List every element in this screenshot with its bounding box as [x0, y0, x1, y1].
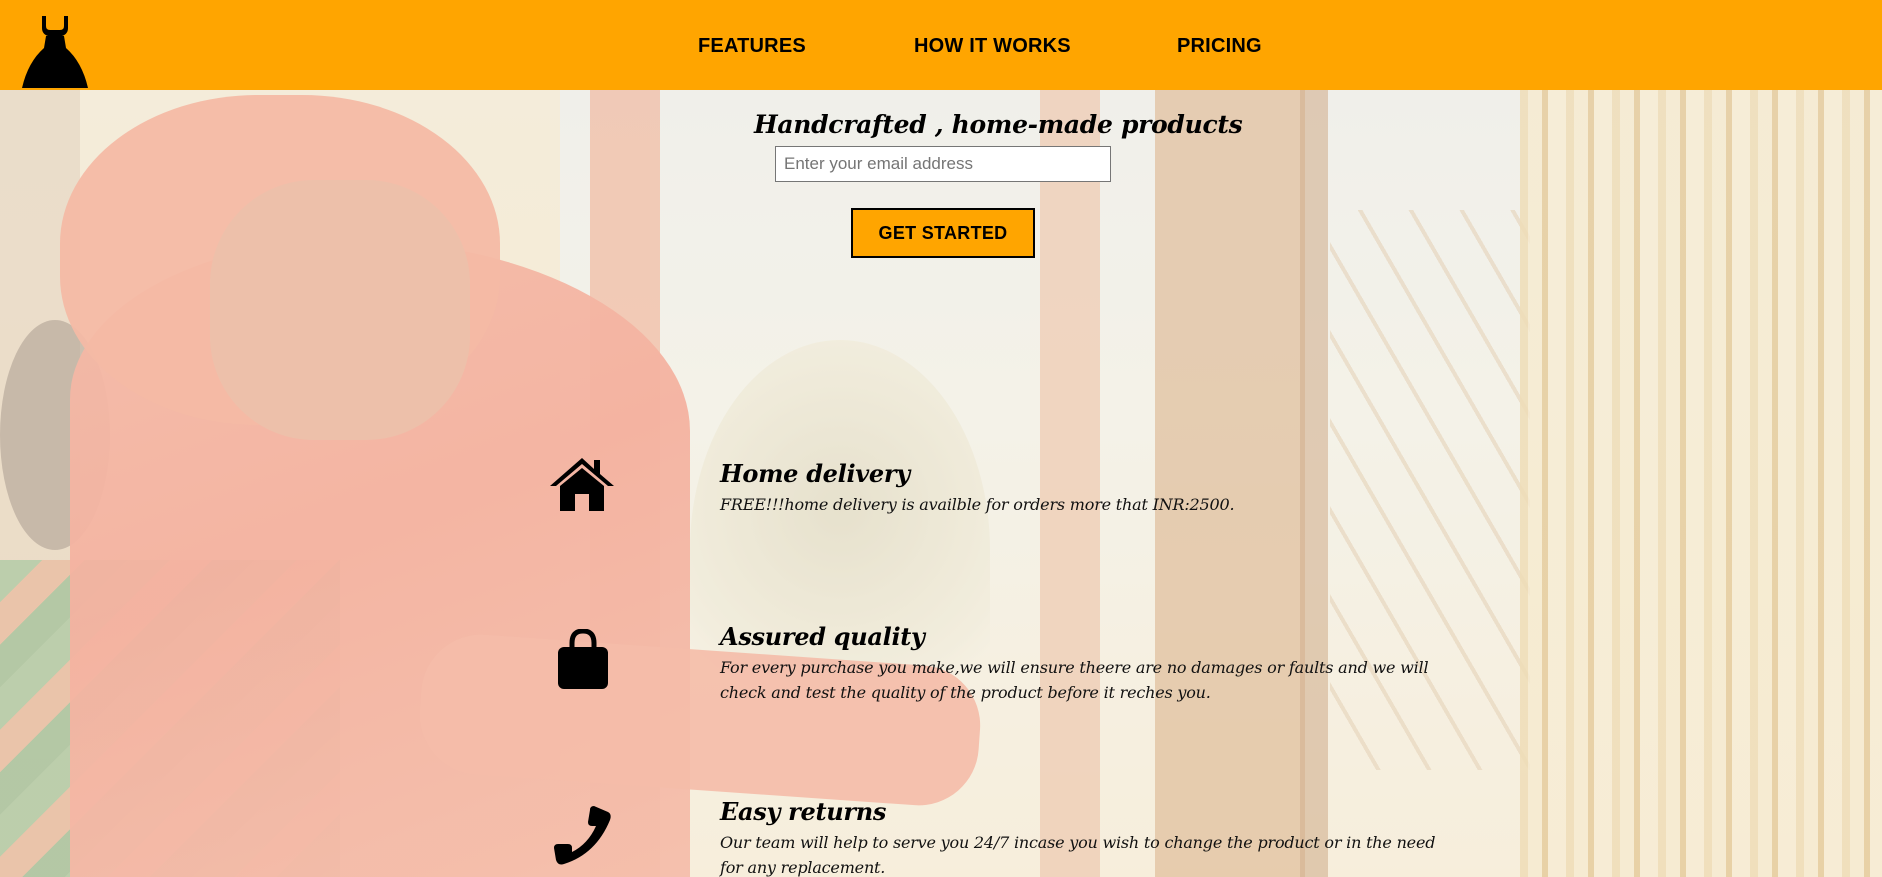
- hero-title: Handcrafted , home-made products: [754, 110, 1243, 139]
- email-input[interactable]: [775, 146, 1111, 182]
- navbar: FEATURES HOW IT WORKS PRICING: [0, 0, 1882, 90]
- feature-description-home-delivery: FREE!!!home delivery is availble for ord…: [720, 495, 1235, 514]
- home-icon: [548, 456, 616, 516]
- feature-title-easy-returns: Easy returns: [720, 797, 887, 826]
- nav-link-how-it-works[interactable]: HOW IT WORKS: [914, 34, 1071, 58]
- get-started-button[interactable]: GET STARTED: [851, 208, 1035, 258]
- feature-description-assured-quality: For every purchase you make,we will ensu…: [720, 658, 1429, 702]
- feature-title-home-delivery: Home delivery: [720, 459, 910, 488]
- feature-description-easy-returns: Our team will help to serve you 24/7 inc…: [720, 833, 1436, 877]
- phone-icon: [552, 804, 614, 870]
- nav-link-features[interactable]: FEATURES: [698, 34, 806, 58]
- dress-icon[interactable]: [20, 14, 90, 90]
- shopping-bag-icon: [556, 628, 610, 695]
- nav-link-pricing[interactable]: PRICING: [1177, 34, 1262, 58]
- feature-title-assured-quality: Assured quality: [720, 622, 925, 651]
